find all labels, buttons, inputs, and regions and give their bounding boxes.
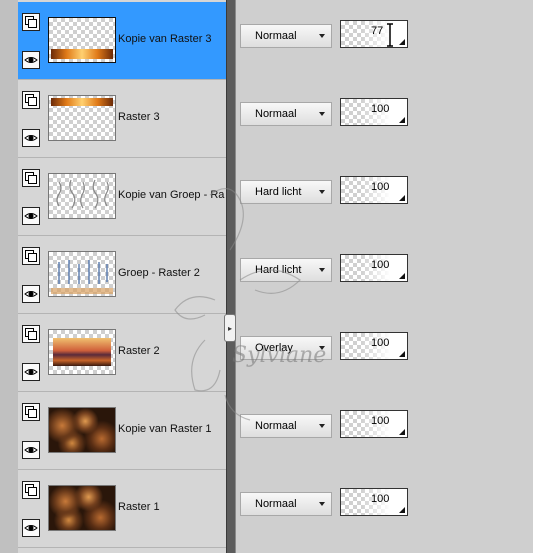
resize-corner-icon xyxy=(399,117,405,123)
blend-mode-select[interactable]: Normaal xyxy=(240,102,332,126)
blend-mode-value: Normaal xyxy=(255,498,297,510)
blend-mode-value: Hard licht xyxy=(255,264,302,276)
layer-name[interactable]: Kopie van Raster 1 xyxy=(118,423,226,435)
layer-row[interactable]: Kopie van Groep - Ra Hard licht 100 xyxy=(18,158,533,236)
layer-type-icon[interactable] xyxy=(22,403,40,421)
layer-thumbnail[interactable] xyxy=(48,407,116,453)
blend-mode-select[interactable]: Normaal xyxy=(240,492,332,516)
visibility-eye-icon[interactable] xyxy=(22,51,40,69)
layer-thumbnail[interactable] xyxy=(48,173,116,219)
chevron-down-icon xyxy=(319,190,325,194)
visibility-eye-icon[interactable] xyxy=(22,441,40,459)
resize-corner-icon xyxy=(399,39,405,45)
opacity-value: 100 xyxy=(371,103,390,115)
blend-mode-value: Normaal xyxy=(255,420,297,432)
layer-name[interactable]: Groep - Raster 2 xyxy=(118,267,226,279)
opacity-field[interactable]: 100 xyxy=(340,98,408,126)
opacity-field[interactable]: 77 xyxy=(340,20,408,48)
blend-mode-value: Normaal xyxy=(255,108,297,120)
chevron-down-icon xyxy=(319,424,325,428)
layer-name[interactable]: Raster 2 xyxy=(118,345,226,357)
layer-thumbnail[interactable] xyxy=(48,17,116,63)
layer-type-icon[interactable] xyxy=(22,325,40,343)
visibility-eye-icon[interactable] xyxy=(22,285,40,303)
chevron-down-icon xyxy=(319,112,325,116)
blend-mode-value: Hard licht xyxy=(255,186,302,198)
resize-corner-icon xyxy=(399,273,405,279)
text-cursor-icon xyxy=(387,23,393,47)
opacity-value: 100 xyxy=(371,181,390,193)
layer-type-icon[interactable] xyxy=(22,91,40,109)
layer-thumbnail[interactable] xyxy=(48,329,116,375)
opacity-value: 100 xyxy=(371,493,390,505)
layer-row[interactable]: Raster 2 Overlay 100 xyxy=(18,314,533,392)
blend-mode-value: Normaal xyxy=(255,30,297,42)
layer-name[interactable]: Kopie van Raster 3 xyxy=(118,33,226,45)
layer-type-icon[interactable] xyxy=(22,13,40,31)
layer-row[interactable]: Raster 3 Normaal 100 xyxy=(18,80,533,158)
chevron-down-icon xyxy=(319,502,325,506)
layer-name[interactable]: Kopie van Groep - Ra xyxy=(118,189,226,201)
layer-thumbnail[interactable] xyxy=(48,251,116,297)
opacity-value: 77 xyxy=(371,25,384,37)
chevron-down-icon xyxy=(319,34,325,38)
opacity-value: 100 xyxy=(371,259,390,271)
resize-corner-icon xyxy=(399,351,405,357)
visibility-eye-icon[interactable] xyxy=(22,207,40,225)
resize-corner-icon xyxy=(399,507,405,513)
layer-type-icon[interactable] xyxy=(22,169,40,187)
layers-panel: ▸ Kopie van Raster 3 Normaal 77 Raster 3… xyxy=(0,0,533,553)
resize-corner-icon xyxy=(399,429,405,435)
opacity-value: 100 xyxy=(371,337,390,349)
opacity-field[interactable]: 100 xyxy=(340,176,408,204)
layer-row[interactable]: Kopie van Raster 1 Normaal 100 xyxy=(18,392,533,470)
layer-row[interactable]: Groep - Raster 2 Hard licht 100 xyxy=(18,236,533,314)
chevron-down-icon xyxy=(319,268,325,272)
blend-mode-select[interactable]: Normaal xyxy=(240,24,332,48)
layer-row[interactable]: Kopie van Raster 3 Normaal 77 xyxy=(18,2,533,80)
layer-type-icon[interactable] xyxy=(22,481,40,499)
layer-name[interactable]: Raster 3 xyxy=(118,111,226,123)
layer-thumbnail[interactable] xyxy=(48,485,116,531)
visibility-eye-icon[interactable] xyxy=(22,129,40,147)
opacity-field[interactable]: 100 xyxy=(340,410,408,438)
visibility-eye-icon[interactable] xyxy=(22,363,40,381)
layer-thumbnail[interactable] xyxy=(48,95,116,141)
layer-name[interactable]: Raster 1 xyxy=(118,501,226,513)
blend-mode-select[interactable]: Hard licht xyxy=(240,180,332,204)
visibility-eye-icon[interactable] xyxy=(22,519,40,537)
blend-mode-select[interactable]: Normaal xyxy=(240,414,332,438)
blend-mode-select[interactable]: Overlay xyxy=(240,336,332,360)
opacity-value: 100 xyxy=(371,415,390,427)
blend-mode-value: Overlay xyxy=(255,342,293,354)
opacity-field[interactable]: 100 xyxy=(340,254,408,282)
opacity-field[interactable]: 100 xyxy=(340,332,408,360)
resize-corner-icon xyxy=(399,195,405,201)
opacity-field[interactable]: 100 xyxy=(340,488,408,516)
chevron-down-icon xyxy=(319,346,325,350)
layer-row[interactable]: Raster 1 Normaal 100 xyxy=(18,470,533,548)
blend-mode-select[interactable]: Hard licht xyxy=(240,258,332,282)
layer-type-icon[interactable] xyxy=(22,247,40,265)
